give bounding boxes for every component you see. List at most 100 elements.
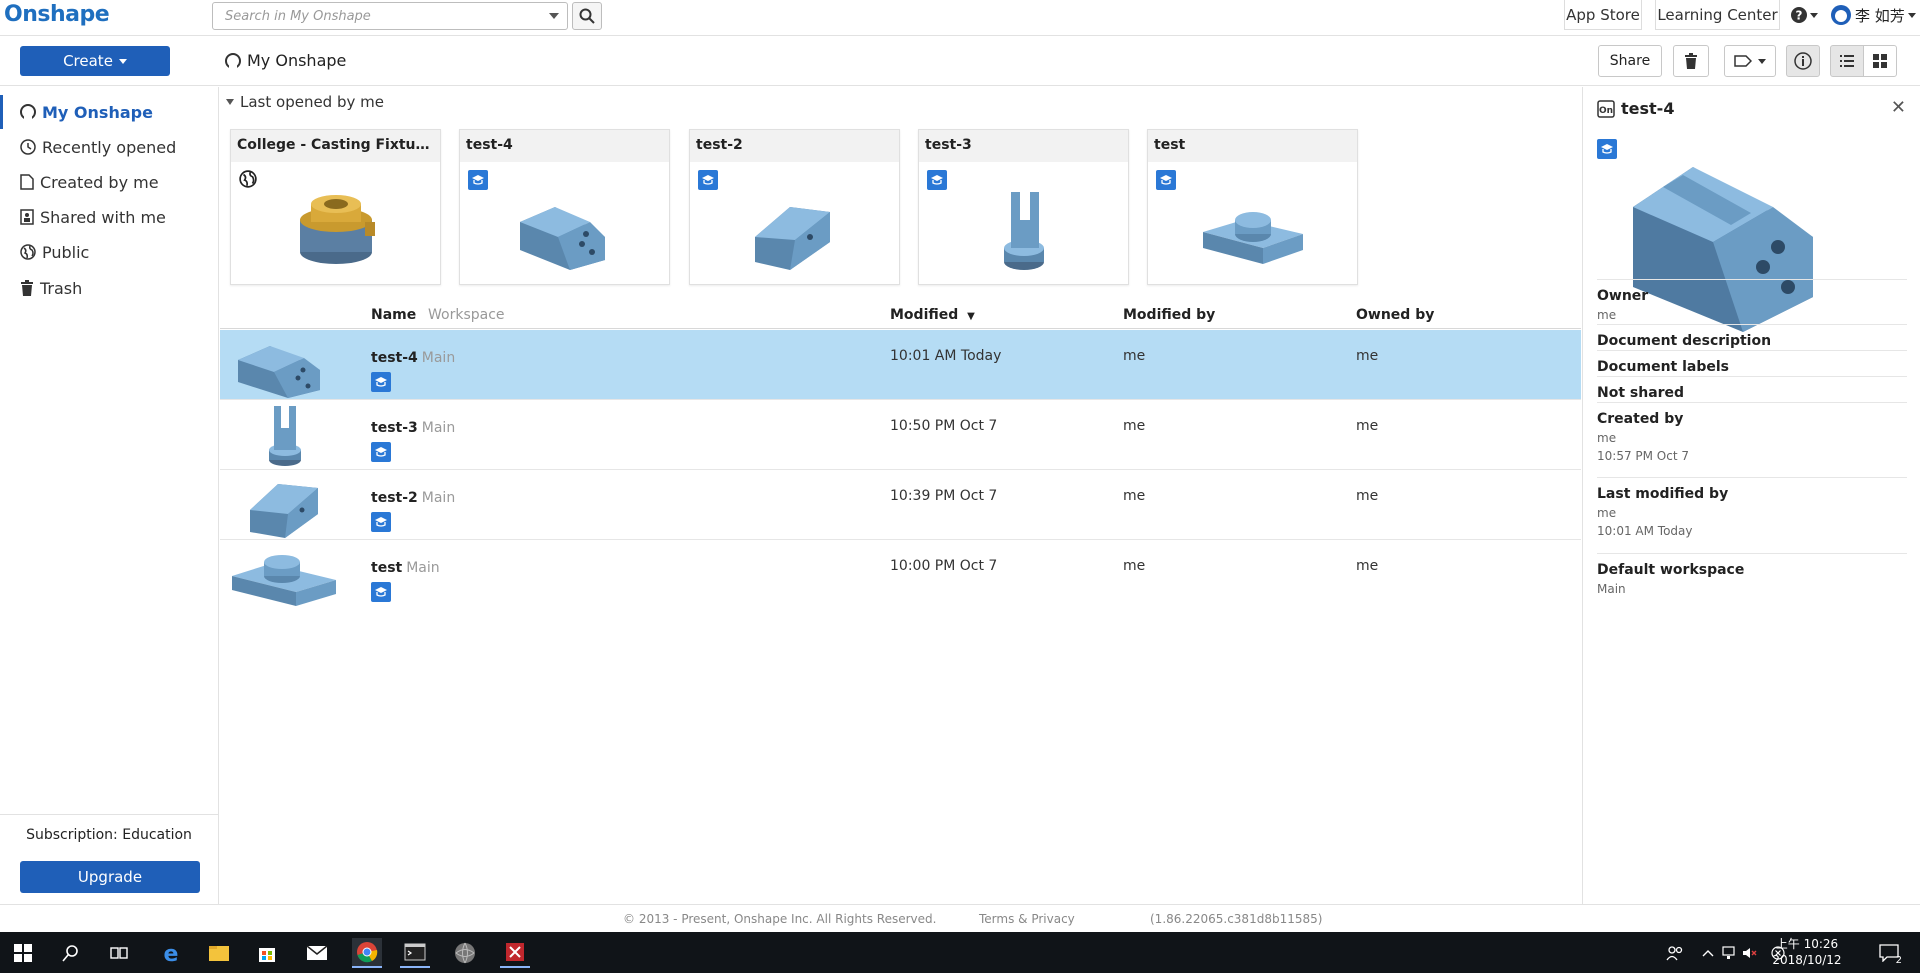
windows-start-icon[interactable] (8, 938, 38, 968)
row-title[interactable]: test-3 Main (371, 420, 455, 436)
info-icon (1794, 52, 1812, 70)
document-icon (20, 174, 34, 190)
close-icon[interactable]: ✕ (1891, 97, 1906, 118)
network-icon[interactable] (1720, 938, 1740, 968)
user-icon (20, 104, 36, 120)
recent-card[interactable]: test (1147, 129, 1358, 285)
chevron-up-icon[interactable] (1698, 938, 1718, 968)
notification-icon[interactable]: 2 (1874, 938, 1904, 968)
labels-field[interactable]: Document labels (1597, 350, 1907, 375)
education-icon (468, 170, 488, 190)
upgrade-button[interactable]: Upgrade (20, 861, 200, 893)
search-icon (579, 8, 595, 24)
card-title: College - Casting Fixture De... (231, 130, 440, 162)
sidebar-item-my-onshape[interactable]: My Onshape (0, 95, 218, 129)
red-app-icon[interactable] (500, 938, 530, 968)
sort-desc-icon: ▼ (967, 311, 975, 322)
tag-icon (1734, 55, 1752, 67)
share-button[interactable]: Share (1598, 45, 1662, 77)
people-icon[interactable] (1660, 938, 1690, 968)
terminal-icon[interactable] (400, 938, 430, 968)
table-header: Name Workspace Modified ▼ Modified by Ow… (220, 301, 1581, 329)
education-icon (927, 170, 947, 190)
sidebar-item-label: Recently opened (42, 137, 177, 157)
modified-by: me (1123, 558, 1146, 574)
field-timestamp: 10:01 AM Today (1597, 524, 1693, 538)
clock-icon (20, 139, 36, 155)
help-icon: ? (1791, 7, 1807, 23)
clock[interactable]: 上午 10:26 2018/10/12 (1762, 936, 1852, 968)
volume-muted-icon[interactable] (1740, 938, 1760, 968)
info-title-text: test-4 (1621, 99, 1675, 118)
onshape-logo[interactable]: Onshape (4, 2, 110, 27)
recent-card[interactable]: College - Casting Fixture De... (230, 129, 441, 285)
sidebar-item-trash[interactable]: Trash (0, 271, 218, 305)
default-workspace-field: Default workspace Main (1597, 553, 1907, 596)
column-owned-by[interactable]: Owned by (1356, 307, 1434, 323)
row-title[interactable]: test-2 Main (371, 490, 455, 506)
chevron-down-icon (1810, 12, 1818, 18)
owned-by: me (1356, 558, 1379, 574)
learning-center-link[interactable]: Learning Center (1655, 0, 1780, 30)
chevron-down-icon (118, 58, 127, 64)
search-dropdown-icon[interactable] (549, 13, 559, 19)
modified-by: me (1123, 488, 1146, 504)
search-input[interactable]: Search in My Onshape (212, 2, 568, 30)
sidebar-item-public[interactable]: Public (0, 235, 218, 269)
delete-button[interactable] (1673, 45, 1709, 77)
sidebar-item-label: Trash (40, 278, 83, 298)
taskbar: e 上午 10:26 2018/10/12 2 (0, 932, 1920, 973)
help-menu[interactable]: ? (1790, 6, 1818, 24)
terms-link[interactable]: Terms & Privacy (979, 912, 1075, 926)
search-button[interactable] (572, 2, 602, 30)
recent-card[interactable]: test-2 (689, 129, 900, 285)
grid-view-button[interactable] (1863, 45, 1897, 77)
user-menu[interactable]: 李 如芳 (1830, 4, 1916, 26)
table-row[interactable]: test Main 10:00 PM Oct 7 me me (220, 540, 1581, 610)
card-title: test-3 (919, 130, 1128, 162)
recent-card[interactable]: test-3 (918, 129, 1129, 285)
store-icon[interactable] (252, 938, 282, 968)
table-row[interactable]: test-4 Main 10:01 AM Today me me (220, 330, 1581, 400)
info-panel: On test-4 ✕ Owner me Document descriptio… (1582, 87, 1920, 904)
description-field[interactable]: Document description (1597, 324, 1907, 349)
trash-icon (21, 280, 33, 296)
part-test-thumbnail (232, 555, 336, 606)
table-row[interactable]: test-3 Main 10:50 PM Oct 7 me me (220, 400, 1581, 470)
row-title[interactable]: test Main (371, 560, 440, 576)
field-value: me (1597, 308, 1617, 322)
education-icon (1156, 170, 1176, 190)
search-icon[interactable] (56, 938, 86, 968)
sidebar-item-shared-with-me[interactable]: Shared with me (0, 200, 218, 234)
label-button[interactable] (1724, 45, 1776, 77)
table-row[interactable]: test-2 Main 10:39 PM Oct 7 me me (220, 470, 1581, 540)
app-store-link[interactable]: App Store (1564, 0, 1642, 30)
document-name: test-4 (371, 350, 418, 366)
create-button[interactable]: Create (20, 46, 170, 76)
column-modified[interactable]: Modified ▼ (890, 307, 975, 323)
sidebar-item-label: Created by me (40, 172, 159, 192)
mail-icon[interactable] (302, 938, 332, 968)
task-view-icon[interactable] (104, 938, 134, 968)
breadcrumb[interactable]: My Onshape (225, 51, 346, 70)
chrome-icon[interactable] (352, 938, 382, 968)
recent-card[interactable]: test-4 (459, 129, 670, 285)
column-modified-by[interactable]: Modified by (1123, 307, 1215, 323)
row-title[interactable]: test-4 Main (371, 350, 455, 366)
list-view-button[interactable] (1830, 45, 1864, 77)
sidebar-item-created-by-me[interactable]: Created by me (0, 165, 218, 199)
edge-browser-icon[interactable]: e (156, 938, 186, 968)
column-name[interactable]: Name (371, 307, 416, 323)
casting-fixture-thumbnail (300, 195, 375, 264)
svg-text:?: ? (1796, 9, 1803, 23)
sidebar-item-recently-opened[interactable]: Recently opened (0, 130, 218, 164)
recent-section-toggle[interactable]: Last opened by me (226, 93, 384, 111)
info-title: On test-4 (1597, 99, 1674, 118)
svg-text:On: On (1599, 106, 1613, 116)
info-toggle-button[interactable] (1786, 45, 1820, 77)
version-text: (1.86.22065.c381d8b11585) (1150, 912, 1323, 926)
sphere-app-icon[interactable] (450, 938, 480, 968)
owned-by: me (1356, 418, 1379, 434)
chevron-down-icon (1907, 12, 1916, 18)
file-explorer-icon[interactable] (204, 938, 234, 968)
